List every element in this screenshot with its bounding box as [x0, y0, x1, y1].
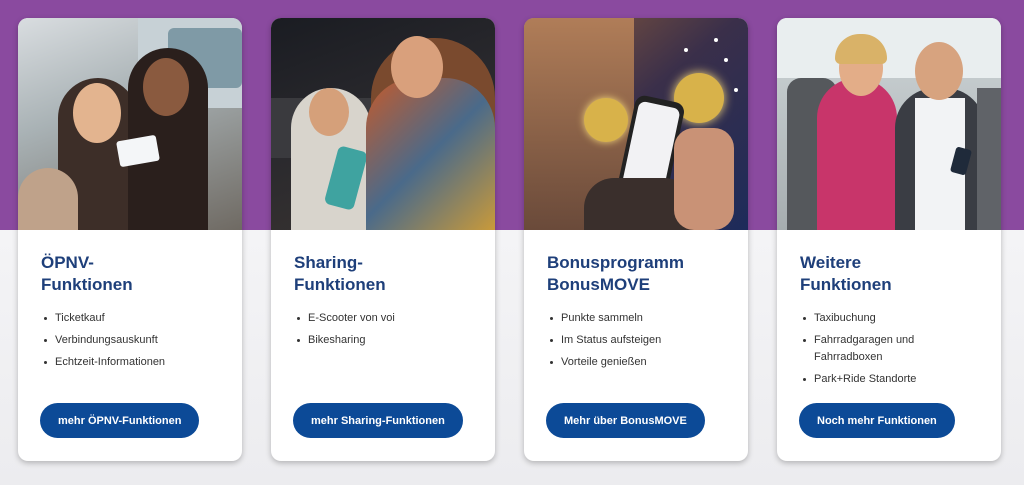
- list-item: Verbindungsauskunft: [41, 332, 220, 349]
- list-item: Im Status aufsteigen: [547, 332, 726, 349]
- card-image: [777, 18, 1001, 230]
- card-weitere: Weitere Funktionen Taxibuchung Fahrradga…: [777, 18, 1001, 461]
- feature-list: Ticketkauf Verbindungsauskunft Echtzeit-…: [41, 310, 220, 371]
- list-item: Echtzeit-Informationen: [41, 354, 220, 371]
- list-item: Ticketkauf: [41, 310, 220, 327]
- card-title: Bonusprogramm BonusMOVE: [547, 253, 684, 294]
- more-bonusmove-button[interactable]: Mehr über BonusMOVE: [546, 403, 705, 438]
- list-item: Taxibuchung: [800, 310, 979, 327]
- card-bonusmove: Bonusprogramm BonusMOVE Punkte sammeln I…: [524, 18, 748, 461]
- card-oepnv: ÖPNV- Funktionen Ticketkauf Verbindungsa…: [18, 18, 242, 461]
- feature-list: Taxibuchung Fahrradgaragen und Fahrradbo…: [800, 310, 979, 388]
- list-item: Punkte sammeln: [547, 310, 726, 327]
- more-functions-button[interactable]: Noch mehr Funktionen: [799, 403, 955, 438]
- card-title: ÖPNV- Funktionen: [41, 253, 133, 294]
- card-sharing: Sharing- Funktionen E-Scooter von voi Bi…: [271, 18, 495, 461]
- list-item: E-Scooter von voi: [294, 310, 473, 327]
- list-item: Bikesharing: [294, 332, 473, 349]
- more-oepnv-button[interactable]: mehr ÖPNV-Funktionen: [40, 403, 200, 438]
- list-item: Park+Ride Standorte: [800, 371, 979, 388]
- feature-list: E-Scooter von voi Bikesharing: [294, 310, 473, 349]
- card-image: [271, 18, 495, 230]
- list-item: Fahrradgaragen und Fahrradboxen: [800, 332, 930, 366]
- card-image: [524, 18, 748, 230]
- card-image: [18, 18, 242, 230]
- more-sharing-button[interactable]: mehr Sharing-Funktionen: [293, 403, 463, 438]
- card-title: Weitere Funktionen: [800, 253, 892, 294]
- list-item: Vorteile genießen: [547, 354, 726, 371]
- feature-cards: ÖPNV- Funktionen Ticketkauf Verbindungsa…: [18, 18, 1001, 461]
- card-title: Sharing- Funktionen: [294, 253, 386, 294]
- feature-list: Punkte sammeln Im Status aufsteigen Vort…: [547, 310, 726, 371]
